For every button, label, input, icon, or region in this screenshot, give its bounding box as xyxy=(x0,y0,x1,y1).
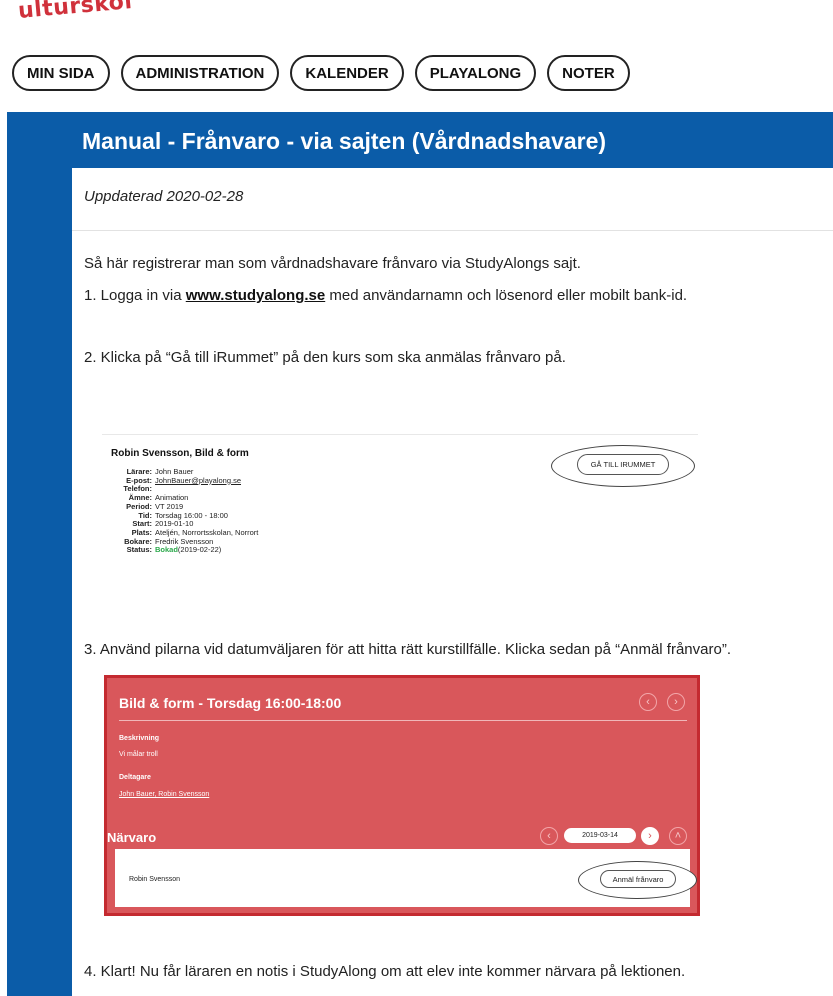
status-badge: Bokad xyxy=(155,545,178,555)
step-1-suffix: med användarnamn och lösenord eller mobi… xyxy=(325,287,688,304)
main-nav: MIN SIDA ADMINISTRATION KALENDER PLAYALO… xyxy=(12,55,630,91)
nav-kalender-button[interactable]: KALENDER xyxy=(290,55,404,91)
lesson-title: Bild & form - Torsdag 16:00-18:00 xyxy=(119,695,342,711)
description-label: Beskrivning xyxy=(119,735,160,742)
description-text: Vi målar troll xyxy=(119,751,158,758)
chevron-up-icon[interactable]: ˄ xyxy=(669,827,687,845)
course-details: Lärare: John Bauer E-post: JohnBauer@playa… xyxy=(111,467,258,555)
participants-list[interactable]: John Bauer, Robin Svensson xyxy=(119,791,209,798)
step-4-text: 4. Klart! Nu får läraren en notis i Stud… xyxy=(84,963,686,980)
participants-label: Deltagare xyxy=(119,774,151,781)
step-2-text: 2. Klicka på “Gå till iRummet” på den ku… xyxy=(84,349,566,366)
status-date: (2019-02-22) xyxy=(177,545,222,555)
intro-text: Så här registrerar man som vårdnadshavar… xyxy=(84,255,581,272)
divider xyxy=(119,720,687,721)
step-3-text: 3. Använd pilarna vid datumväljaren för … xyxy=(84,641,731,658)
studyalong-link[interactable]: www.studyalong.se xyxy=(186,287,325,304)
nav-min-sida-button[interactable]: MIN SIDA xyxy=(12,55,110,91)
nav-noter-button[interactable]: NOTER xyxy=(547,55,630,91)
lesson-panel-image: Bild & form - Torsdag 16:00-18:00 ‹ › Be… xyxy=(104,675,700,916)
chevron-left-icon[interactable]: ‹ xyxy=(639,693,657,711)
course-card-title: Robin Svensson, Bild & form xyxy=(111,448,249,459)
student-name: Robin Svensson xyxy=(129,876,180,883)
go-to-irummet-button[interactable]: GÅ TILL IRUMMET xyxy=(577,454,669,475)
attendance-heading: Närvaro xyxy=(107,830,157,845)
teacher-email-link[interactable]: JohnBauer@playalong.se xyxy=(155,476,241,486)
updated-date: Uppdaterad 2020-02-28 xyxy=(84,188,244,205)
step-1-prefix: 1. Logga in via xyxy=(84,287,186,304)
report-absence-button[interactable]: Anmäl frånvaro xyxy=(600,870,676,888)
date-picker[interactable]: 2019-03-14 xyxy=(564,828,636,843)
detail-key: Status: xyxy=(126,545,152,555)
course-card-image: Robin Svensson, Bild & form Lärare: John … xyxy=(102,434,698,603)
attendance-list: Robin Svensson Anmäl frånvaro xyxy=(115,849,697,907)
status-row: Status: Bokad (2019-02-22) xyxy=(111,546,258,555)
step-1-text: 1. Logga in via www.studyalong.se med an… xyxy=(84,287,687,304)
divider xyxy=(72,230,833,231)
nav-administration-button[interactable]: ADMINISTRATION xyxy=(120,55,280,91)
chevron-left-icon[interactable]: ‹ xyxy=(540,827,558,845)
logo: ulturskol xyxy=(17,0,134,24)
nav-playalong-button[interactable]: PLAYALONG xyxy=(414,55,537,91)
chevron-right-icon[interactable]: › xyxy=(641,827,659,845)
chevron-right-icon[interactable]: › xyxy=(667,693,685,711)
page-title: Manual - Frånvaro - via sajten (Vårdnads… xyxy=(82,128,607,154)
